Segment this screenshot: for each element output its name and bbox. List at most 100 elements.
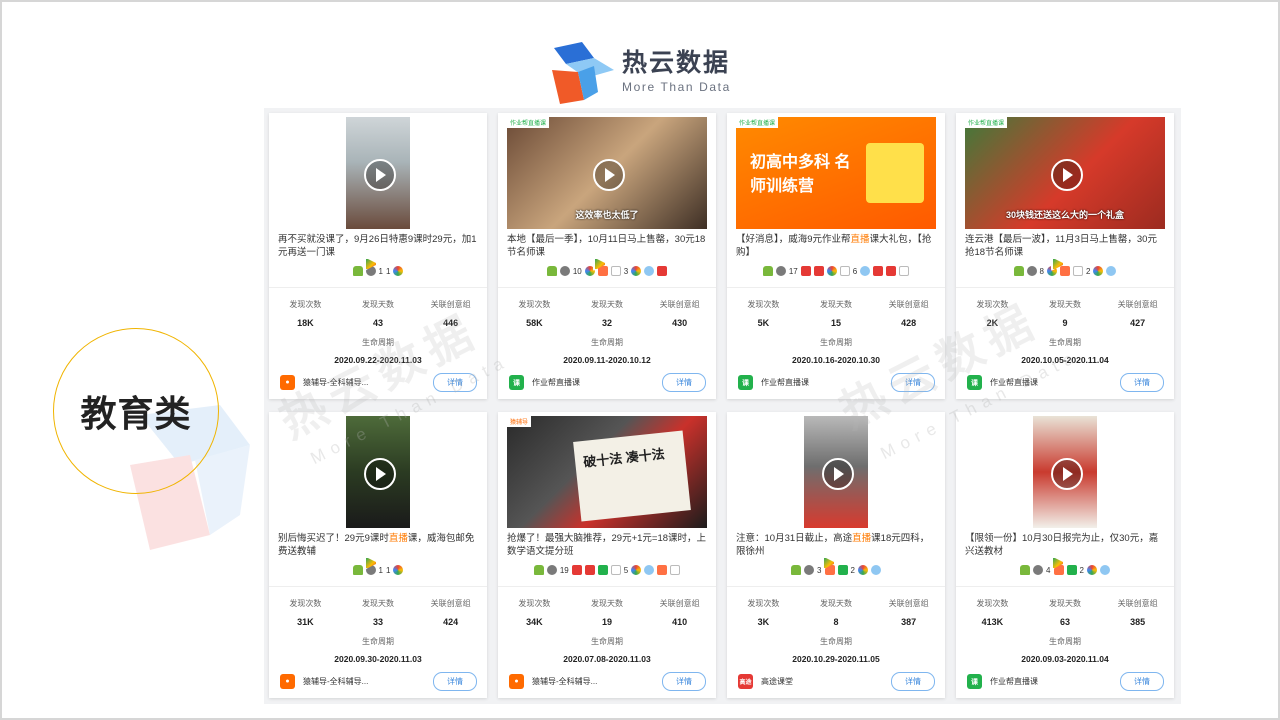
platform-count: 1: [386, 565, 391, 575]
lifecycle-value: 2020.09.03-2020.11.04: [1021, 654, 1109, 664]
app-icon: 课: [509, 375, 524, 390]
platform-count: 10: [572, 266, 582, 276]
detail-button[interactable]: 详情: [433, 672, 477, 691]
found-count-value: 18K: [297, 318, 314, 328]
play-icon[interactable]: [364, 159, 396, 191]
android-icon: [1020, 565, 1031, 575]
ad-description: 抢爆了！最强大脑推荐，29元+1元=18课时，上数学语文提分班: [507, 533, 707, 557]
platform-count: 4: [1046, 565, 1051, 575]
media-icon: [1060, 266, 1070, 276]
app-info[interactable]: ● 猿辅导-全科辅导...: [509, 674, 597, 689]
found-count-value: 413K: [981, 617, 1004, 627]
platform-count: 3: [623, 266, 629, 276]
ad-description: 再不买就没课了，9月26日特惠9课时29元，加1元再送一门课: [278, 234, 477, 258]
ad-card: 猿辅导 破十法 凑十法 抢爆了！最强大脑推荐，29元+1元=18课时，上数学语文…: [498, 412, 716, 698]
video-thumbnail[interactable]: 猿辅导 破十法 凑十法: [507, 416, 707, 528]
android-icon: [533, 565, 544, 575]
linked-groups-value: 424: [443, 617, 459, 627]
platform-row: 4 2: [956, 556, 1174, 575]
linked-groups-label: 关联创意组: [430, 599, 471, 608]
ad-card: 注意：10月31日截止，高途直播课18元四科，限徐州 3 2 发现次数 3K 发现…: [727, 412, 945, 698]
found-count-label: 发现次数: [747, 599, 780, 608]
app-icon: 课: [967, 674, 982, 689]
play-icon[interactable]: [822, 458, 854, 490]
app-name: 作业帮直播课: [761, 378, 809, 387]
stats-row: 发现次数 31K 发现天数 33 关联创意组 424: [269, 598, 487, 627]
media-icon: [860, 266, 871, 276]
lifecycle: 生命周期 2020.09.30-2020.11.03: [269, 636, 487, 664]
lifecycle-value: 2020.07.08-2020.11.03: [563, 654, 651, 664]
detail-button[interactable]: 详情: [1120, 672, 1164, 691]
divider: [269, 586, 487, 587]
media-icon: [826, 266, 837, 276]
detail-button[interactable]: 详情: [662, 672, 706, 691]
lifecycle-value: 2020.09.11-2020.10.12: [563, 355, 651, 365]
platform-row: 10 3: [498, 257, 716, 276]
play-icon[interactable]: [364, 458, 396, 490]
mail-icon: [610, 266, 621, 276]
found-count-value: 58K: [526, 318, 543, 328]
media-icon: [1066, 565, 1077, 575]
app-info[interactable]: 课作业帮直播课: [967, 674, 1038, 689]
media-icon: [1093, 266, 1104, 276]
linked-groups-value: 410: [672, 617, 688, 627]
media-icon: [631, 266, 642, 276]
video-thumbnail[interactable]: 作业帮直播课 30块钱还送这么大的一个礼盒: [965, 117, 1165, 229]
platform-row: 17 6: [727, 266, 945, 276]
play-icon[interactable]: [1051, 458, 1083, 490]
stats-row: 发现次数 34K 发现天数 19 关联创意组 410: [498, 598, 716, 627]
media-icon: [571, 565, 582, 575]
ad-card: 别后悔买迟了！29元9课时直播课，威海包邮免费送教辅 1 1 发现次数 31K 发…: [269, 412, 487, 698]
platform-count: 1: [386, 266, 391, 276]
media-icon: [800, 266, 811, 276]
found-count-label: 发现次数: [518, 300, 551, 309]
platform-count: 2: [850, 565, 855, 575]
detail-button[interactable]: 详情: [1120, 373, 1164, 392]
divider: [269, 287, 487, 288]
media-icon: [644, 266, 655, 276]
brand-name: 热云数据: [622, 49, 731, 77]
ad-description: 注意：10月31日截止，高途直播课18元四科，限徐州: [736, 533, 930, 557]
lifecycle-label: 生命周期: [591, 637, 623, 646]
video-thumbnail[interactable]: [346, 117, 410, 229]
app-info[interactable]: 课作业帮直播课: [738, 375, 809, 390]
play-icon[interactable]: [1051, 159, 1083, 191]
found-days-value: 15: [831, 318, 842, 328]
found-days-label: 发现天数: [591, 599, 623, 608]
found-days-label: 发现天数: [820, 300, 852, 309]
app-name: 猿辅导-全科辅导...: [303, 677, 369, 686]
video-thumbnail[interactable]: 作业帮直播课 初高中多科 名师训练营: [736, 117, 936, 229]
mail-icon: [1073, 266, 1083, 276]
mail-icon: [899, 266, 910, 276]
play-icon[interactable]: [593, 159, 625, 191]
video-thumbnail[interactable]: 作业帮直播课 这效率也太低了: [507, 117, 707, 229]
apple-icon: [546, 565, 557, 575]
media-icon: [584, 565, 595, 575]
found-days-label: 发现天数: [1049, 599, 1081, 608]
detail-button[interactable]: 详情: [662, 373, 706, 392]
media-icon: [1086, 565, 1097, 575]
found-count-label: 发现次数: [518, 599, 551, 608]
android-icon: [762, 266, 773, 276]
video-thumbnail[interactable]: [1033, 416, 1097, 528]
found-days-label: 发现天数: [362, 300, 394, 309]
found-count-label: 发现次数: [289, 599, 322, 608]
linked-groups-label: 关联创意组: [1117, 599, 1158, 608]
platform-count: 1: [378, 565, 383, 575]
app-info[interactable]: 课作业帮直播课: [509, 375, 580, 390]
platform-row: 3 2: [727, 556, 945, 575]
lifecycle-label: 生命周期: [820, 637, 852, 646]
detail-button[interactable]: 详情: [891, 672, 935, 691]
platform-count: 6: [852, 266, 858, 276]
found-days-value: 32: [602, 318, 613, 328]
app-icon: 课: [738, 375, 753, 390]
app-info[interactable]: 高途 高途课堂: [738, 674, 793, 689]
android-icon: [791, 565, 802, 575]
media-icon: [1099, 565, 1110, 575]
brand-logo-icon: [552, 42, 614, 104]
app-info[interactable]: ● 猿辅导-全科辅导...: [280, 674, 368, 689]
android-icon: [546, 266, 557, 276]
stats-row: 发现次数 413K 发现天数 63 关联创意组 385: [956, 598, 1174, 627]
linked-groups-value: 430: [672, 318, 688, 328]
apple-icon: [804, 565, 815, 575]
